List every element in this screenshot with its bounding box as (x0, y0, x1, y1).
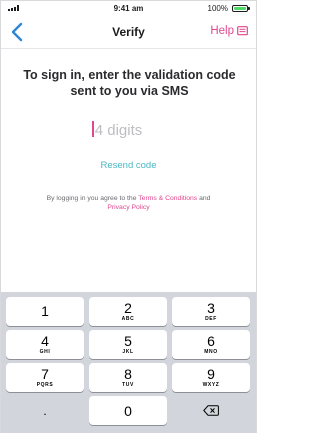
key-1[interactable]: 1 (6, 297, 84, 326)
key-digit: 4 (41, 333, 49, 349)
key-dot-label: . (43, 403, 47, 418)
key-digit: 2 (124, 300, 132, 316)
code-field[interactable] (1, 121, 256, 147)
key-letters: GHI (39, 349, 51, 355)
keypad-row: 1 2 ABC 3 DEF (6, 297, 251, 326)
key-8[interactable]: 8 TUV (89, 363, 167, 392)
key-letters: WXYZ (202, 382, 220, 388)
key-letters: MNO (204, 349, 218, 355)
terms-and: and (197, 195, 211, 202)
terms-notice: By logging in you agree to the Terms & C… (41, 194, 216, 212)
key-letters: JKL (122, 349, 134, 355)
key-2[interactable]: 2 ABC (89, 297, 167, 326)
key-digit: 3 (207, 300, 215, 316)
key-digit: 7 (41, 366, 49, 382)
status-bar: 9:41 am 100% (1, 1, 256, 15)
key-digit: 8 (124, 366, 132, 382)
instruction-heading: To sign in, enter the validation code se… (23, 68, 236, 98)
resend-code-link[interactable]: Resend code (1, 160, 256, 171)
key-dot[interactable]: . (6, 396, 84, 425)
help-label: Help (210, 25, 234, 37)
battery-percentage: 100% (207, 4, 228, 13)
keypad-row: . 0 (6, 396, 251, 425)
key-digit: 0 (124, 402, 132, 419)
key-letters: DEF (205, 316, 217, 322)
key-9[interactable]: 9 WXYZ (172, 363, 250, 392)
keypad-row: 7 PQRS 8 TUV 9 WXYZ (6, 363, 251, 392)
text-cursor (92, 121, 94, 137)
numeric-keypad: 1 2 ABC 3 DEF 4 GHI 5 JKL 6 MNO 7 PQRS 8 TUV 9W… (1, 292, 256, 433)
battery-icon (232, 5, 250, 12)
code-input[interactable] (94, 122, 165, 139)
help-button[interactable]: Help (210, 25, 248, 37)
key-letters: PQRS (36, 382, 54, 388)
privacy-policy-link[interactable]: Privacy Policy (107, 204, 149, 211)
key-digit: 1 (41, 303, 49, 319)
key-7[interactable]: 7 PQRS (6, 363, 84, 392)
key-letters: TUV (122, 382, 134, 388)
terms-prefix: By logging in you agree to the (46, 195, 139, 202)
key-digit: 6 (207, 333, 215, 349)
keypad-row: 4 GHI 5 JKL 6 MNO (6, 330, 251, 359)
key-0[interactable]: 0 (89, 396, 167, 425)
key-4[interactable]: 4 GHI (6, 330, 84, 359)
key-letters: ABC (121, 316, 135, 322)
delete-button[interactable] (172, 396, 250, 425)
key-digit: 9 (207, 366, 215, 382)
phone-screen: 9:41 am 100% Verify Help To sign in, ent… (0, 0, 257, 433)
nav-bar: Verify Help (1, 15, 256, 49)
key-5[interactable]: 5 JKL (89, 330, 167, 359)
key-6[interactable]: 6 MNO (172, 330, 250, 359)
chat-icon (237, 25, 248, 35)
key-digit: 5 (124, 333, 132, 349)
backspace-icon (203, 405, 219, 416)
terms-link[interactable]: Terms & Conditions (138, 195, 197, 202)
key-3[interactable]: 3 DEF (172, 297, 250, 326)
